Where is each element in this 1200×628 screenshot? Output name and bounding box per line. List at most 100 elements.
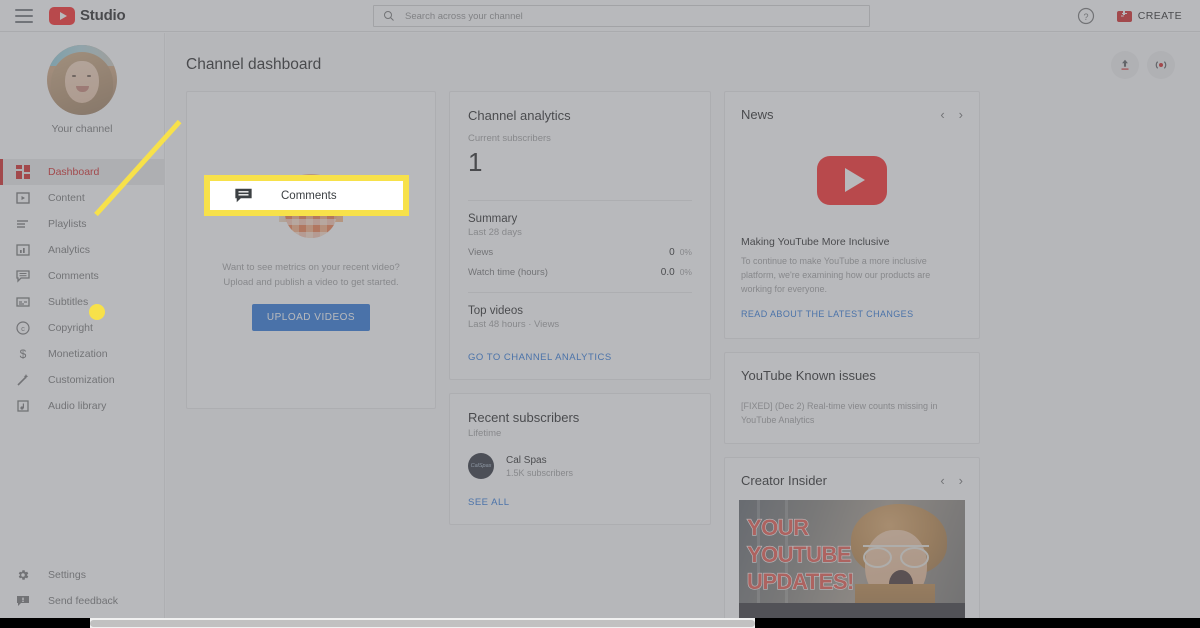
dollar-sign-icon: $ — [15, 346, 31, 362]
subscribers-card-title: Recent subscribers — [468, 410, 580, 425]
scrollbar-left-cap — [0, 618, 90, 628]
top-videos-title: Top videos — [468, 305, 523, 317]
chevron-left-icon[interactable]: ‹ — [940, 108, 944, 121]
svg-text:?: ? — [1083, 12, 1088, 22]
creator-insider-title: Creator Insider — [741, 473, 827, 488]
comments-highlight-label: Comments — [281, 189, 337, 202]
news-headline: Making YouTube More Inclusive — [741, 236, 890, 248]
stat-label: Views — [468, 247, 494, 258]
scrollbar-right-cap — [755, 618, 1200, 628]
go-to-channel-analytics-link[interactable]: GO TO CHANNEL ANALYTICS — [468, 352, 612, 363]
sidebar-item-analytics[interactable]: Analytics — [0, 237, 164, 263]
upload-videos-button[interactable]: UPLOAD VIDEOS — [251, 303, 371, 331]
dashboard-grid-icon — [15, 164, 31, 180]
sidebar-item-playlists[interactable]: Playlists — [0, 211, 164, 237]
brand-text: Studio — [80, 7, 126, 24]
sidebar-item-audio-library[interactable]: Audio library — [0, 393, 164, 419]
chevron-left-icon[interactable]: ‹ — [940, 474, 944, 487]
youtube-logo-icon — [49, 6, 75, 25]
sidebar-item-monetization[interactable]: $ Monetization — [0, 341, 164, 367]
stat-delta: 0% — [679, 267, 692, 277]
stat-row: Views 0 0% — [468, 247, 692, 258]
stat-label: Watch time (hours) — [468, 267, 548, 278]
create-button[interactable]: CREATE — [1109, 6, 1190, 26]
sidebar-item-label: Content — [48, 192, 85, 204]
video-camera-plus-icon — [1116, 10, 1132, 22]
sidebar-item-send-feedback[interactable]: Send feedback — [0, 588, 164, 614]
analytics-card-title: Channel analytics — [468, 108, 571, 123]
current-subscribers-value: 1 — [468, 147, 483, 177]
search-bar[interactable] — [373, 5, 870, 27]
your-channel-label[interactable]: Your channel — [0, 123, 164, 135]
chevron-right-icon[interactable]: › — [959, 108, 963, 121]
sidebar-item-label: Monetization — [48, 348, 108, 360]
comment-bubble-icon — [235, 188, 252, 203]
stat-delta: 0% — [679, 247, 692, 257]
summary-title: Summary — [468, 213, 518, 225]
magic-wand-icon — [15, 372, 31, 388]
create-button-label: CREATE — [1137, 10, 1182, 22]
search-input[interactable] — [405, 10, 869, 22]
sidebar-bottom-nav: Settings Send feedback — [0, 562, 164, 614]
playlist-lines-icon — [15, 216, 31, 232]
divider — [468, 292, 692, 293]
audio-note-icon — [15, 398, 31, 414]
sidebar-item-comments[interactable]: Comments — [0, 263, 164, 289]
upload-prompt-line2: Upload and publish a video to get starte… — [223, 276, 399, 288]
avatar[interactable] — [47, 45, 117, 115]
top-navigation-bar: Studio ? CREATE — [0, 0, 1200, 32]
comments-highlight-callout[interactable]: Comments — [205, 176, 408, 215]
subtitles-icon — [15, 294, 31, 310]
known-issues-body[interactable]: [FIXED] (Dec 2) Real-time view counts mi… — [741, 399, 963, 427]
middle-column: Channel analytics Current subscribers 1 … — [449, 91, 711, 525]
sidebar-nav-list: Dashboard Content Playlists Analytics Co… — [0, 159, 164, 419]
sidebar-item-copyright[interactable]: c Copyright — [0, 315, 164, 341]
sidebar-item-label: Playlists — [48, 218, 87, 230]
dashboard-columns: Want to see metrics on your recent video… — [166, 79, 1200, 628]
go-live-button[interactable] — [1147, 51, 1175, 79]
sidebar-item-label: Comments — [48, 270, 99, 282]
page-title: Channel dashboard — [186, 56, 322, 73]
sidebar-item-content[interactable]: Content — [0, 185, 164, 211]
stat-value: 0.0 — [660, 267, 675, 278]
sidebar-item-label: Copyright — [48, 322, 93, 334]
news-card: News ‹ › Making YouTube More Inclusive T… — [724, 91, 980, 339]
top-right-actions: ? CREATE — [1077, 0, 1190, 32]
news-link[interactable]: READ ABOUT THE LATEST CHANGES — [741, 309, 913, 319]
svg-text:$: $ — [20, 347, 27, 361]
right-column: News ‹ › Making YouTube More Inclusive T… — [724, 91, 980, 628]
sidebar-item-customization[interactable]: Customization — [0, 367, 164, 393]
svg-text:c: c — [21, 324, 25, 333]
bar-chart-icon — [15, 242, 31, 258]
chevron-right-icon[interactable]: › — [959, 474, 963, 487]
divider — [468, 200, 692, 201]
stat-row: Watch time (hours) 0.0 0% — [468, 267, 692, 278]
copyright-circle-icon: c — [15, 320, 31, 336]
sidebar-item-subtitles[interactable]: Subtitles — [0, 289, 164, 315]
upload-video-button[interactable] — [1111, 51, 1139, 79]
channel-summary: Your channel — [0, 33, 164, 135]
go-live-broadcast-icon — [1155, 61, 1167, 69]
scrollbar-thumb[interactable] — [90, 620, 755, 627]
see-all-link[interactable]: SEE ALL — [468, 497, 510, 508]
list-item[interactable]: CalSpas Cal Spas 1.5K subscribers — [468, 453, 692, 479]
horizontal-scrollbar[interactable] — [0, 618, 1200, 628]
sidebar-item-settings[interactable]: Settings — [0, 562, 164, 588]
channel-analytics-card: Channel analytics Current subscribers 1 … — [449, 91, 711, 380]
main-content: Channel dashboard Want to see metrics on… — [166, 33, 1200, 628]
hamburger-icon[interactable] — [15, 8, 33, 23]
subscriber-name: Cal Spas — [506, 454, 547, 466]
help-circle-icon[interactable]: ? — [1077, 7, 1095, 25]
subscribers-period: Lifetime — [468, 428, 502, 439]
upload-arrow-icon — [1121, 59, 1129, 70]
stat-value: 0 — [669, 247, 675, 258]
recent-subscribers-card: Recent subscribers Lifetime CalSpas Cal … — [449, 393, 711, 525]
known-issues-card: YouTube Known issues [FIXED] (Dec 2) Rea… — [724, 352, 980, 444]
creator-insider-thumbnail[interactable]: YOUR YOUTUBE UPDATES! — [739, 500, 965, 628]
youtube-play-logo — [725, 136, 979, 224]
annotation-pointer-dot — [89, 304, 105, 320]
studio-brand[interactable]: Studio — [49, 6, 126, 25]
subscriber-count: 1.5K subscribers — [506, 467, 574, 478]
page-header: Channel dashboard — [166, 33, 1200, 79]
sidebar-item-label: Analytics — [48, 244, 91, 256]
